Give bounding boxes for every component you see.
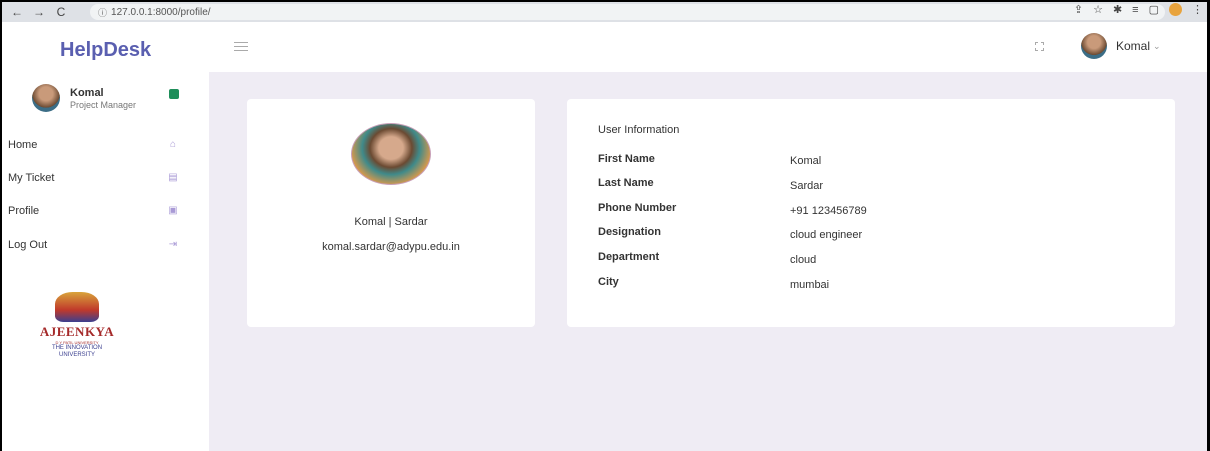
user-dropdown[interactable]: Komal ⌄ bbox=[1081, 33, 1161, 59]
reading-list-icon[interactable]: ≡ bbox=[1132, 4, 1138, 16]
back-button[interactable]: ← bbox=[8, 3, 26, 21]
menu-toggle-icon[interactable] bbox=[234, 42, 248, 51]
profile-email: komal.sardar@adypu.edu.in bbox=[322, 241, 460, 253]
browser-menu-icon[interactable]: ⋮ bbox=[1192, 3, 1203, 16]
sidebar-user-role: Project Manager bbox=[70, 99, 137, 110]
sidebar-item-label: My Ticket bbox=[8, 172, 55, 184]
info-label: Department bbox=[598, 251, 660, 263]
user-information-card: User Information First Name Komal Last N… bbox=[567, 99, 1175, 327]
university-logo: AJEENKYA D Y PATIL UNIVERSITY THE INNOVA… bbox=[37, 292, 117, 359]
info-value: mumbai bbox=[790, 279, 830, 291]
home-icon: ⌂ bbox=[169, 139, 177, 150]
profile-card: Komal | Sardar komal.sardar@adypu.edu.in bbox=[247, 99, 535, 327]
info-label: Last Name bbox=[598, 177, 654, 189]
sidebar-item-profile[interactable]: Profile ▣ bbox=[2, 201, 209, 221]
sidebar-user-name: Komal bbox=[70, 86, 104, 99]
profile-card-icon: ▣ bbox=[168, 205, 178, 216]
info-value: cloud bbox=[790, 254, 817, 266]
brand-logo[interactable]: HelpDesk bbox=[60, 39, 151, 62]
sidebar-item-label: Home bbox=[8, 139, 38, 151]
share-icon[interactable]: ⇪ bbox=[1074, 3, 1083, 16]
avatar bbox=[1081, 33, 1107, 59]
bookmark-star-icon[interactable]: ☆ bbox=[1093, 3, 1103, 16]
university-emblem-icon bbox=[55, 292, 99, 322]
site-info-icon[interactable]: ⓘ bbox=[98, 6, 107, 19]
sidebar: HelpDesk Komal Project Manager Home ⌂ My… bbox=[2, 22, 209, 451]
sidebar-item-label: Log Out bbox=[8, 239, 48, 251]
main-content: Komal | Sardar komal.sardar@adypu.edu.in… bbox=[209, 72, 1207, 451]
url-text: 127.0.0.1:8000/profile/ bbox=[111, 6, 211, 18]
extensions-icon[interactable]: ✱ bbox=[1113, 3, 1122, 16]
university-name: AJEENKYA bbox=[39, 324, 115, 339]
sidebar-item-my-ticket[interactable]: My Ticket ▤ bbox=[2, 168, 209, 188]
avatar bbox=[32, 84, 60, 112]
info-label: Phone Number bbox=[598, 202, 677, 214]
info-row-phone-number: Phone Number +91 123456789 bbox=[567, 202, 1175, 218]
info-row-city: City mumbai bbox=[567, 276, 1175, 292]
forward-button[interactable]: → bbox=[30, 3, 48, 21]
fullscreen-icon[interactable] bbox=[1035, 42, 1044, 51]
address-bar[interactable]: ⓘ 127.0.0.1:8000/profile/ bbox=[90, 4, 1165, 20]
sidebar-user: Komal Project Manager bbox=[32, 84, 136, 112]
chevron-down-icon: ⌄ bbox=[1153, 40, 1161, 51]
logout-icon: ⇥ bbox=[168, 239, 178, 250]
profile-photo bbox=[351, 123, 431, 185]
sidebar-item-label: Profile bbox=[8, 205, 40, 217]
ticket-icon: ▤ bbox=[168, 172, 178, 183]
header-user-name: Komal bbox=[1116, 39, 1151, 53]
sidebar-item-home[interactable]: Home ⌂ bbox=[2, 135, 209, 155]
browser-profile-icon[interactable] bbox=[1169, 3, 1182, 16]
online-status-icon bbox=[169, 89, 179, 99]
university-tagline: UNIVERSITY bbox=[58, 352, 95, 358]
browser-toolbar: ← → C ⓘ 127.0.0.1:8000/profile/ ⇪ ☆ ✱ ≡ … bbox=[2, 2, 1207, 22]
info-value: cloud engineer bbox=[790, 229, 863, 241]
sidebar-item-log-out[interactable]: Log Out ⇥ bbox=[2, 235, 209, 255]
profile-display-name: Komal | Sardar bbox=[354, 216, 428, 228]
info-row-designation: Designation cloud engineer bbox=[567, 226, 1175, 242]
info-value: +91 123456789 bbox=[790, 205, 867, 217]
info-row-department: Department cloud bbox=[567, 251, 1175, 267]
side-panel-icon[interactable]: ▢ bbox=[1149, 3, 1159, 16]
top-header: Komal ⌄ bbox=[209, 22, 1207, 72]
info-value: Sardar bbox=[790, 180, 824, 192]
info-value: Komal bbox=[790, 155, 822, 167]
info-label: City bbox=[598, 276, 619, 288]
info-row-first-name: First Name Komal bbox=[567, 153, 1175, 169]
user-information-title: User Information bbox=[598, 124, 680, 136]
university-tagline: THE INNOVATION bbox=[51, 345, 103, 351]
info-label: Designation bbox=[598, 226, 661, 238]
info-row-last-name: Last Name Sardar bbox=[567, 177, 1175, 193]
reload-button[interactable]: C bbox=[52, 3, 70, 21]
info-label: First Name bbox=[598, 153, 655, 165]
